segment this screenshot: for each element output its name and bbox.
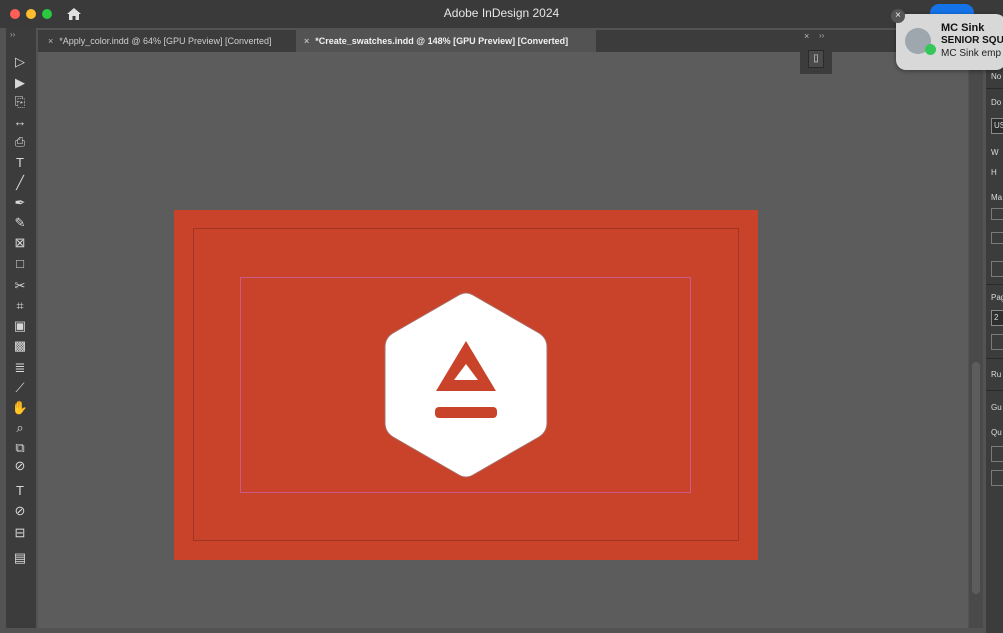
tab-create-swatches[interactable]: × *Create_swatches.indd @ 148% [GPU Previ…: [296, 30, 596, 52]
divider: [986, 390, 1003, 391]
orientation-button-alt[interactable]: [991, 232, 1003, 244]
page-number-select[interactable]: 2: [991, 310, 1003, 326]
gradient-feather-tool-icon[interactable]: ▩: [11, 338, 29, 354]
page-tool-icon[interactable]: ⎘: [11, 94, 29, 110]
apply-none-icon[interactable]: ⊘: [11, 503, 29, 519]
note-tool-icon[interactable]: ≣: [11, 360, 29, 376]
content-collector-tool-icon[interactable]: ⎙: [11, 134, 29, 150]
scrollbar-thumb[interactable]: [972, 362, 980, 594]
notification-close-button[interactable]: ×: [891, 9, 905, 23]
divider: [986, 284, 1003, 285]
type-tool-icon[interactable]: T: [11, 155, 29, 171]
tab-close-icon[interactable]: ×: [304, 30, 309, 52]
title-bar: Adobe InDesign 2024: [0, 0, 1003, 28]
tools-panel: ›› ▷ ▶ ⎘ ↔ ⎙ T ╱ ✒ ✎ ⊠ □ ✂ ⌗ ▣ ▩ ≣ ⟋ ✋ ⌕ ⧉ ⊘ T ⊘ ⊟ ▤: [6, 28, 36, 628]
quick-action-button[interactable]: [991, 470, 1003, 486]
edit-page-button[interactable]: [991, 261, 1003, 277]
divider: [986, 358, 1003, 359]
default-fill-stroke-icon[interactable]: ⧉: [11, 440, 29, 456]
properties-label-width: W: [991, 148, 999, 157]
fill-stroke-icon[interactable]: ⊘: [11, 458, 29, 474]
tab-label: *Apply_color.indd @ 64% [GPU Preview] [C…: [59, 36, 272, 46]
properties-panel: No Do US W H Ma Pag 2 Ru Gu Qu: [986, 56, 1003, 633]
app-title: Adobe InDesign 2024: [443, 6, 560, 20]
formatting-affects-icon[interactable]: T: [11, 483, 29, 499]
messages-badge-icon: [925, 44, 936, 55]
document-preset-select[interactable]: US: [991, 118, 1003, 134]
properties-label-no-selection: No: [991, 72, 1002, 81]
properties-label-guides: Gu: [991, 403, 1002, 412]
panel-grip-icon[interactable]: ››: [819, 31, 824, 40]
orientation-button[interactable]: [991, 208, 1003, 220]
panel-grip-icon[interactable]: ››: [10, 30, 15, 39]
properties-label-height: H: [991, 168, 997, 177]
tab-apply-color[interactable]: × *Apply_color.indd @ 64% [GPU Preview] […: [48, 30, 272, 52]
selection-tool-icon[interactable]: ▷: [11, 54, 29, 70]
pen-tool-icon[interactable]: ✒: [11, 195, 29, 211]
notification-title: MC Sink: [941, 22, 985, 34]
indesign-window: Adobe InDesign 2024 × *Apply_color.indd @…: [0, 0, 1003, 633]
tab-label: *Create_swatches.indd @ 148% [GPU Previe…: [315, 36, 569, 46]
hand-tool-icon[interactable]: ✋: [11, 400, 29, 416]
notification-body: MC Sink emp: [941, 48, 1002, 59]
rectangle-tool-icon[interactable]: □: [11, 256, 29, 272]
tab-close-icon[interactable]: ×: [48, 30, 53, 52]
divider: [986, 88, 1003, 89]
bar-shape: [435, 407, 497, 418]
notification-banner[interactable]: MC Sink SENIOR SQU MC Sink emp: [896, 14, 1003, 70]
gap-tool-icon[interactable]: ↔: [11, 114, 29, 130]
properties-label-page: Pag: [991, 293, 1003, 302]
hexagon-logo[interactable]: [383, 291, 549, 479]
edit-page-alt-button[interactable]: [991, 334, 1003, 350]
screen-mode-icon[interactable]: ▤: [11, 550, 29, 566]
gradient-swatch-tool-icon[interactable]: ▣: [11, 318, 29, 334]
scissors-tool-icon[interactable]: ✂: [11, 278, 29, 294]
page-panel-button[interactable]: ▯: [808, 50, 824, 68]
zoom-tool-icon[interactable]: ⌕: [11, 420, 29, 436]
properties-label-quick-actions: Qu: [991, 428, 1002, 437]
properties-label-document: Do: [991, 98, 1002, 107]
properties-label-rulers: Ru: [991, 370, 1002, 379]
floating-panel: × ›› ▯: [800, 30, 832, 74]
rectangle-frame-tool-icon[interactable]: ⊠: [11, 235, 29, 251]
notification-subtitle: SENIOR SQU: [941, 35, 1003, 46]
eyedropper-tool-icon[interactable]: ⟋: [11, 380, 29, 396]
pencil-tool-icon[interactable]: ✎: [11, 215, 29, 231]
view-mode-icon[interactable]: ⊟: [11, 525, 29, 541]
direct-selection-tool-icon[interactable]: ▶: [11, 75, 29, 91]
properties-label-margins: Ma: [991, 193, 1003, 202]
close-icon[interactable]: ×: [804, 31, 809, 41]
free-transform-tool-icon[interactable]: ⌗: [11, 298, 29, 314]
quick-action-button[interactable]: [991, 446, 1003, 462]
line-tool-icon[interactable]: ╱: [11, 175, 29, 191]
